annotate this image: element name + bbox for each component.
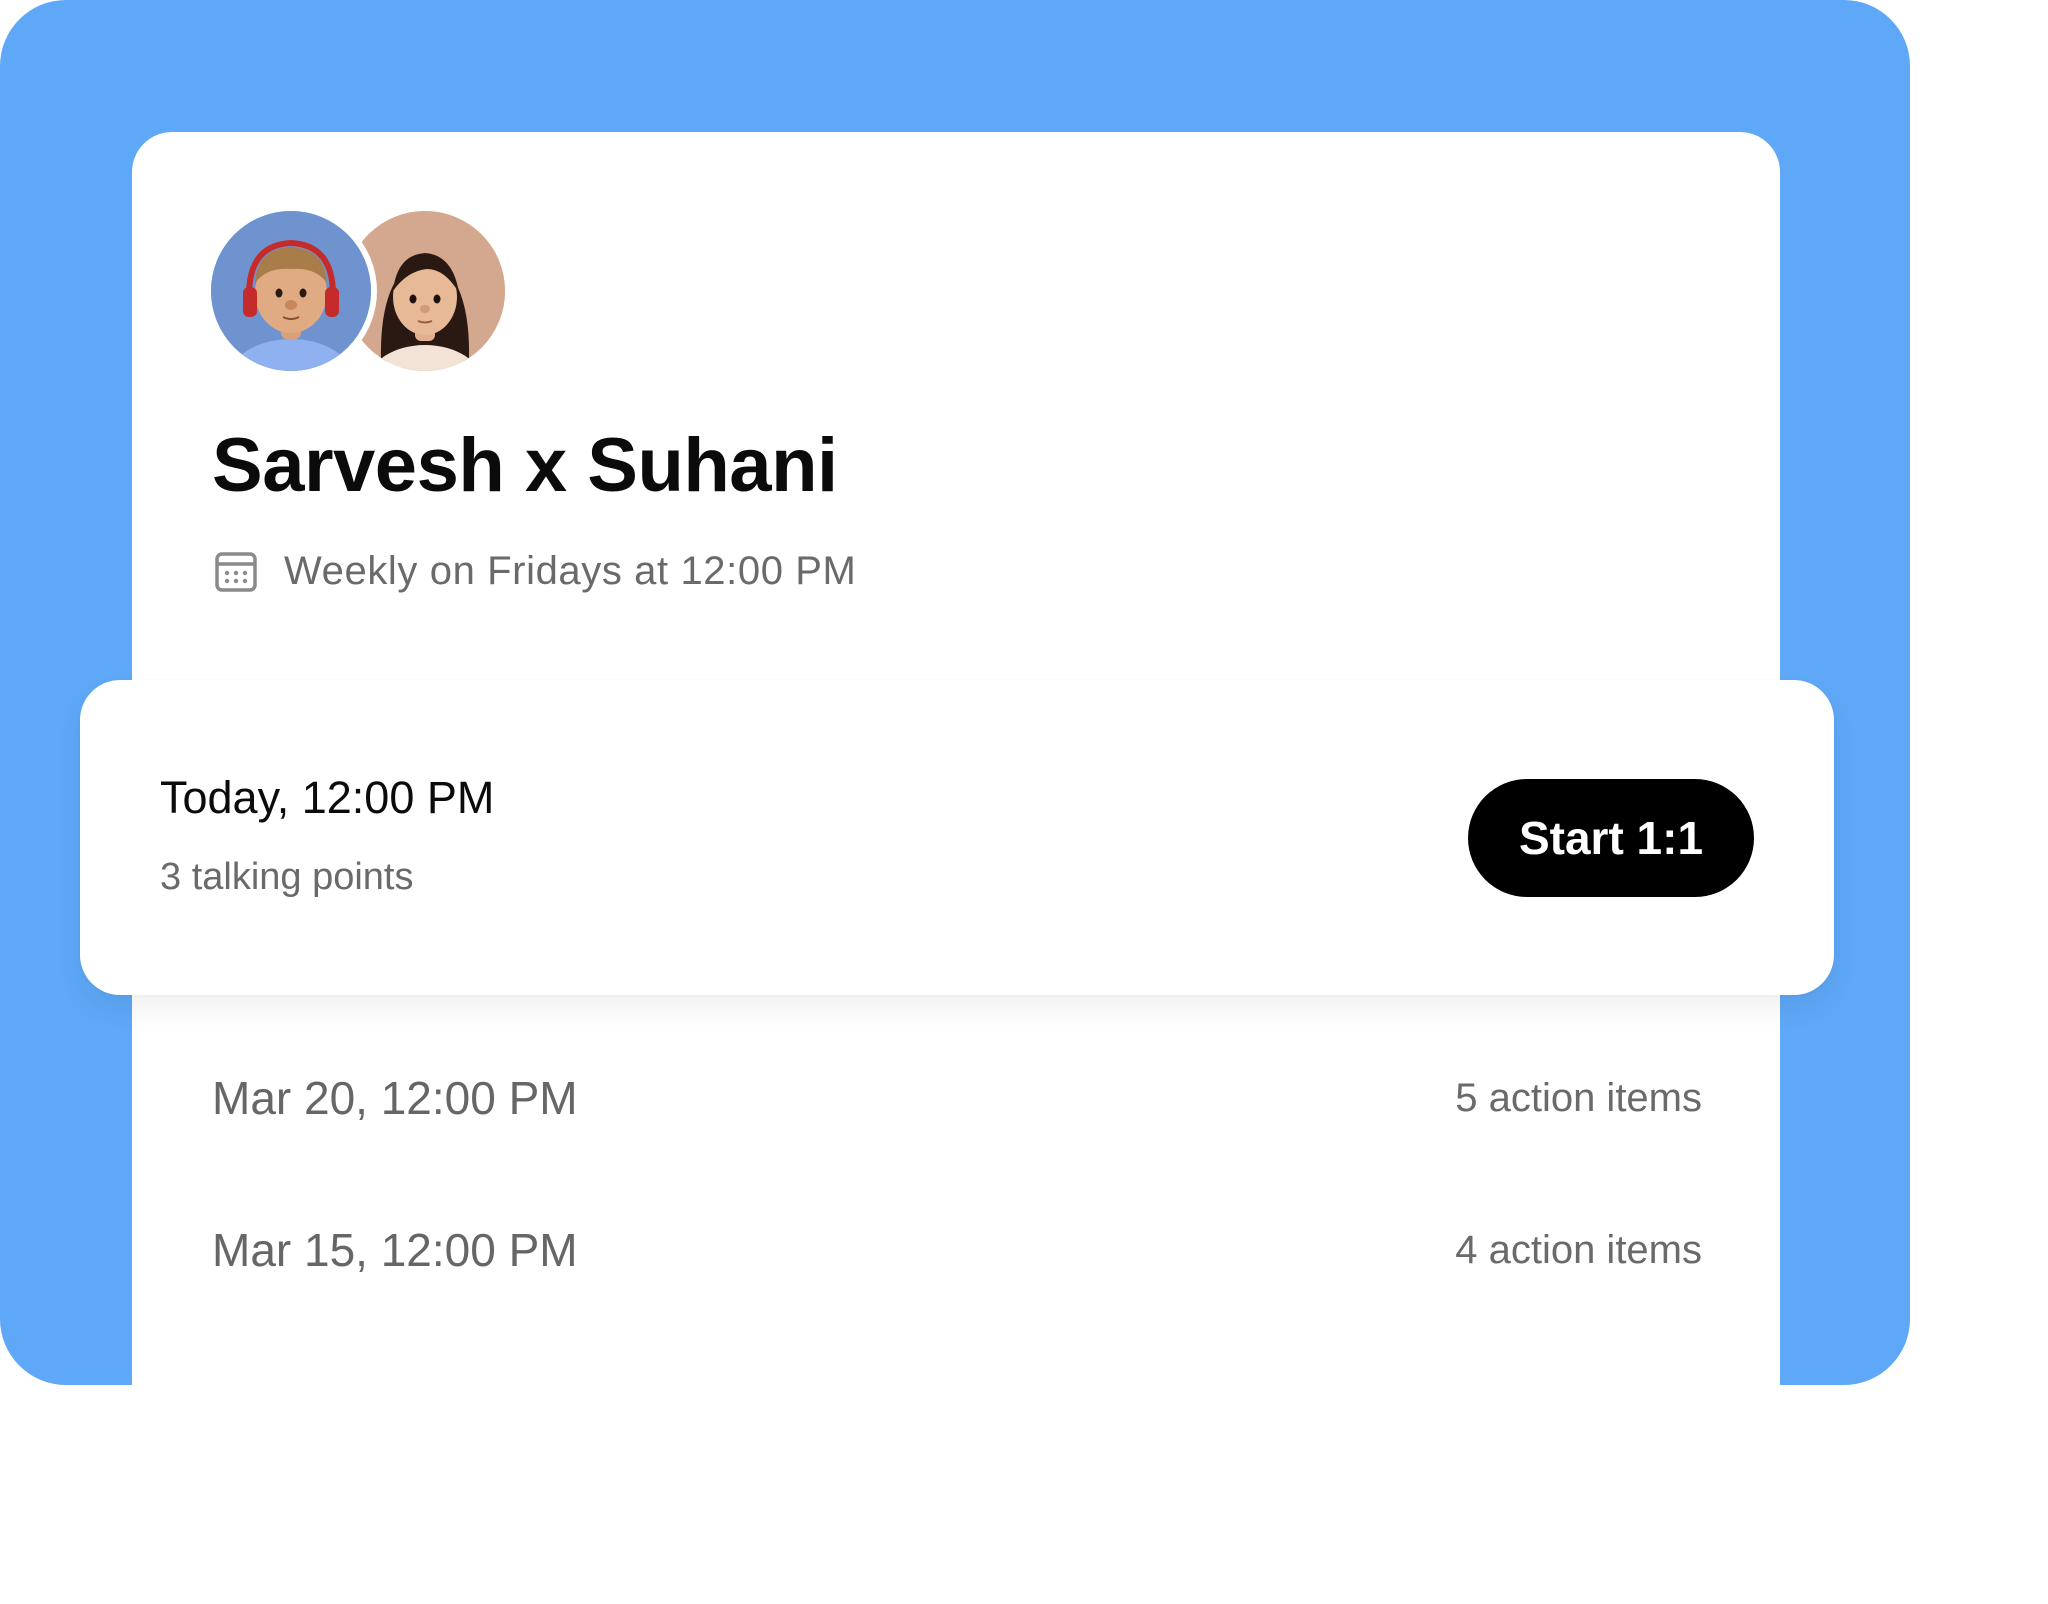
past-session-date: Mar 20, 12:00 PM (212, 1072, 578, 1124)
action-items-count: 4 action items (1455, 1227, 1702, 1272)
participant-avatars (205, 205, 531, 377)
action-items-count: 5 action items (1455, 1075, 1702, 1120)
list-item[interactable]: Mar 20, 12:00 PM 5 action items (212, 1068, 1702, 1128)
schedule-row: Weekly on Fridays at 12:00 PM (214, 546, 856, 596)
avatar-man-headphones-icon (211, 211, 371, 371)
schedule-text: Weekly on Fridays at 12:00 PM (284, 548, 857, 593)
calendar-icon (215, 552, 257, 592)
session-time: Today, 12:00 PM (160, 772, 495, 823)
list-item[interactable]: Mar 15, 12:00 PM 4 action items (212, 1220, 1702, 1280)
avatar-sarvesh (205, 205, 377, 377)
stage: Sarvesh x Suhani Weekly on Fridays at 12… (0, 0, 2048, 1604)
talking-points-count: 3 talking points (160, 856, 414, 898)
upcoming-session-card[interactable]: Today, 12:00 PM 3 talking points Start 1… (80, 680, 1834, 995)
start-one-on-one-button[interactable]: Start 1:1 (1468, 779, 1754, 897)
past-session-date: Mar 15, 12:00 PM (212, 1224, 578, 1276)
page-title: Sarvesh x Suhani (212, 423, 838, 508)
